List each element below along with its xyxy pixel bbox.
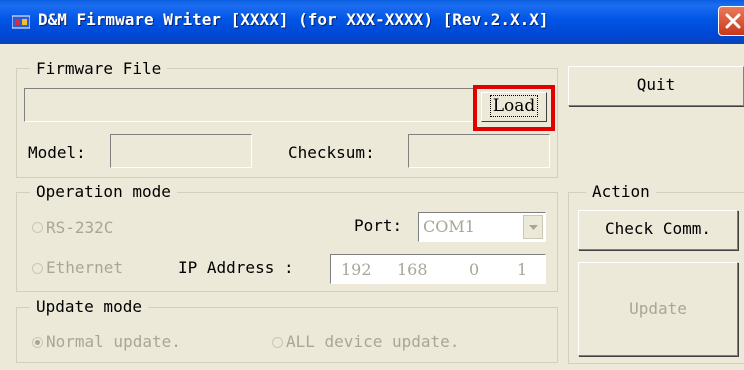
chevron-down-icon [529,225,538,230]
ip-octet-1: 192 [341,260,372,279]
rs232c-label: RS-232C [46,218,114,237]
ip-address-field[interactable]: 192 168 0 1 [330,254,546,284]
update-button[interactable]: Update [578,262,738,356]
ip-octet-3: 0 [469,260,480,279]
radio-selected-dot [35,340,40,345]
rs232c-radio[interactable] [32,222,43,233]
ethernet-radio[interactable] [32,263,43,274]
ethernet-label: Ethernet [46,258,124,277]
app-icon[interactable] [11,14,31,30]
port-label: Port: [354,216,403,235]
update-mode-group-label: Update mode [30,297,148,317]
operation-mode-group-label: Operation mode [30,182,177,202]
checksum-label: Checksum: [288,143,375,162]
firmware-file-group-label: Firmware File [30,59,168,79]
all-device-update-label: ALL device update. [286,332,460,351]
title-bar[interactable]: D&M Firmware Writer [XXXX] (for XXX-XXXX… [0,0,744,44]
model-label: Model: [28,143,86,162]
all-device-update-radio[interactable] [272,337,283,348]
port-select[interactable]: COM1 [418,212,546,242]
model-field[interactable] [110,134,252,168]
close-icon [725,13,741,29]
check-comm-button[interactable]: Check Comm. [578,210,738,250]
port-value: COM1 [423,217,475,236]
window-title: D&M Firmware Writer [XXXX] (for XXX-XXXX… [38,10,549,29]
load-button-label: Load [489,95,539,117]
quit-button[interactable]: Quit [568,66,744,106]
firmware-path-field[interactable] [24,88,476,122]
normal-update-label: Normal update. [46,332,181,351]
close-button[interactable] [718,6,744,36]
port-dropdown-arrow[interactable] [523,215,543,239]
ip-octet-4: 1 [517,260,528,279]
ip-address-label: IP Address : [178,258,294,277]
load-button[interactable]: Load [481,92,547,122]
ip-octet-2: 168 [397,260,428,279]
action-group-label: Action [586,182,656,202]
normal-update-radio[interactable] [32,337,43,348]
checksum-field[interactable] [408,134,550,168]
